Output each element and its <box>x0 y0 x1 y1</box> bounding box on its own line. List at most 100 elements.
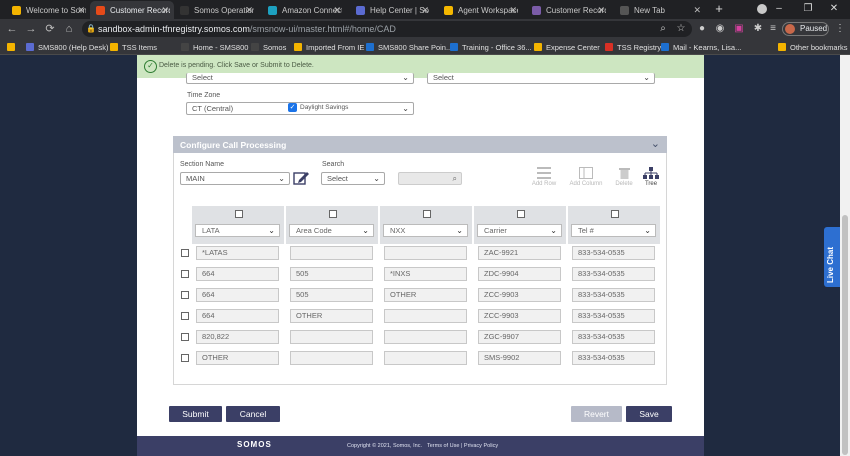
edit-icon[interactable] <box>293 170 310 186</box>
grid-cell-input[interactable]: 833-534-0535 <box>572 288 655 302</box>
search-input[interactable]: ⌕ <box>398 172 462 185</box>
browser-tab[interactable]: Customer Record ✕ <box>526 1 610 19</box>
grid-cell-input[interactable]: ZGC-9907 <box>478 330 561 344</box>
select-right[interactable]: Select ⌄ <box>427 73 655 84</box>
media-icon[interactable]: ≡ <box>767 23 779 35</box>
scrollbar-thumb[interactable] <box>842 215 848 455</box>
url-bar[interactable]: 🔒 sandbox-admin-tfnregistry.somos.com/sms… <box>82 21 692 37</box>
column-select-checkbox[interactable] <box>516 210 525 218</box>
add-row-tool[interactable]: Add Row <box>530 167 558 187</box>
section-name-select[interactable]: MAIN ⌄ <box>180 172 290 185</box>
grid-cell-input[interactable]: 833-534-0535 <box>572 246 655 260</box>
search-column-select[interactable]: Select ⌄ <box>321 172 385 185</box>
bookmark-item[interactable] <box>7 40 19 54</box>
forward-icon[interactable]: → <box>24 22 38 36</box>
grid-cell-input[interactable] <box>384 351 467 365</box>
ccp-panel-header[interactable]: Configure Call Processing ⌄ <box>173 136 667 153</box>
browser-tab[interactable]: Help Center | So ✕ <box>350 1 434 19</box>
browser-tab[interactable]: New Tab ✕ <box>614 1 706 19</box>
daylight-savings-checkbox[interactable]: ✓ <box>288 103 297 112</box>
grid-cell-input[interactable]: ZCC-9903 <box>478 309 561 323</box>
bookmark-item[interactable]: Other bookmarks <box>778 40 848 54</box>
column-type-select[interactable]: NXX ⌄ <box>383 224 468 237</box>
browser-tab[interactable]: Somos Operation ✕ <box>174 1 258 19</box>
grid-cell-input[interactable]: 505 <box>290 267 373 281</box>
row-select-checkbox[interactable] <box>181 333 189 341</box>
browser-tab[interactable]: Amazon Connect ✕ <box>262 1 346 19</box>
delete-tool[interactable]: Delete <box>612 167 636 187</box>
grid-cell-input[interactable]: ZCC-9903 <box>478 288 561 302</box>
grid-cell-input[interactable]: ZAC-9921 <box>478 246 561 260</box>
bookmark-item[interactable]: Imported From IE <box>294 40 364 54</box>
browser-tab[interactable]: Customer Record ✕ <box>90 1 174 19</box>
row-select-checkbox[interactable] <box>181 312 189 320</box>
profile-button[interactable]: Paused <box>782 22 829 36</box>
row-select-checkbox[interactable] <box>181 291 189 299</box>
cancel-button[interactable]: Cancel <box>226 406 280 422</box>
row-select-checkbox[interactable] <box>181 249 189 257</box>
grid-cell-input[interactable] <box>384 246 467 260</box>
column-select-checkbox[interactable] <box>328 210 337 218</box>
puzzle-icon[interactable]: ✱ <box>752 23 764 35</box>
back-icon[interactable]: ← <box>5 22 19 36</box>
column-select-checkbox[interactable] <box>610 210 619 218</box>
bookmark-item[interactable]: Somos <box>251 40 286 54</box>
column-type-select[interactable]: LATA ⌄ <box>195 224 280 237</box>
tab-close-icon[interactable]: ✕ <box>421 5 429 16</box>
extension-square-icon[interactable]: ▣ <box>733 23 745 35</box>
extension-circle-icon[interactable]: ● <box>696 23 708 35</box>
terms-link[interactable]: Terms of Use <box>427 443 459 449</box>
grid-cell-input[interactable] <box>290 246 373 260</box>
bookmark-item[interactable]: TSS Items <box>110 40 157 54</box>
browser-tab[interactable]: Agent Workspace ✕ <box>438 1 522 19</box>
chevron-down-icon[interactable]: ⌄ <box>651 137 660 150</box>
home-icon[interactable]: ⌂ <box>62 22 76 36</box>
star-icon[interactable]: ☆ <box>675 23 687 35</box>
grid-cell-input[interactable]: SMS-9902 <box>478 351 561 365</box>
tab-close-icon[interactable]: ✕ <box>161 5 169 16</box>
add-column-tool[interactable]: Add Column <box>566 167 606 187</box>
grid-cell-input[interactable]: 664 <box>196 267 279 281</box>
bookmark-item[interactable]: Training - Office 36... <box>450 40 532 54</box>
bookmark-item[interactable]: Mail - Kearns, Lisa... <box>661 40 741 54</box>
reload-icon[interactable]: ⟳ <box>43 22 57 36</box>
bookmark-item[interactable]: Expense Center <box>534 40 600 54</box>
column-type-select[interactable]: Tel # ⌄ <box>571 224 656 237</box>
grid-cell-input[interactable] <box>384 330 467 344</box>
column-type-select[interactable]: Area Code ⌄ <box>289 224 374 237</box>
revert-button[interactable]: Revert <box>571 406 622 422</box>
maximize-button[interactable]: ❐ <box>797 1 819 17</box>
tab-close-icon[interactable]: ✕ <box>333 5 341 16</box>
minimize-button[interactable]: – <box>768 1 790 17</box>
bookmark-item[interactable]: Home - SMS800 <box>181 40 248 54</box>
bookmark-item[interactable]: SMS800 (Help Desk) <box>26 40 108 54</box>
close-window-button[interactable]: ✕ <box>823 1 845 17</box>
extension-ring-icon[interactable]: ◉ <box>714 23 726 35</box>
grid-cell-input[interactable]: 833-534-0535 <box>572 309 655 323</box>
grid-cell-input[interactable]: 833-534-0535 <box>572 330 655 344</box>
bookmark-item[interactable]: TSS Registry <box>605 40 661 54</box>
tab-close-icon[interactable]: ✕ <box>245 5 253 16</box>
grid-cell-input[interactable]: 664 <box>196 288 279 302</box>
new-tab-button[interactable]: + <box>712 2 726 16</box>
tab-close-icon[interactable]: ✕ <box>597 5 605 16</box>
submit-button[interactable]: Submit <box>169 406 222 422</box>
extension-icon[interactable] <box>757 4 767 14</box>
scrollbar[interactable] <box>840 55 850 456</box>
row-select-checkbox[interactable] <box>181 270 189 278</box>
browser-tab[interactable]: Welcome to Som ✕ <box>6 1 90 19</box>
select-left[interactable]: Select ⌄ <box>186 73 414 84</box>
grid-cell-input[interactable]: OTHER <box>290 309 373 323</box>
row-select-checkbox[interactable] <box>181 354 189 362</box>
grid-cell-input[interactable]: 820,822 <box>196 330 279 344</box>
tab-close-icon[interactable]: ✕ <box>509 5 517 16</box>
column-type-select[interactable]: Carrier ⌄ <box>477 224 562 237</box>
grid-cell-input[interactable]: *LATAS <box>196 246 279 260</box>
column-select-checkbox[interactable] <box>234 210 243 218</box>
bookmark-item[interactable]: SMS800 Share Poin... <box>366 40 452 54</box>
grid-cell-input[interactable]: OTHER <box>196 351 279 365</box>
grid-cell-input[interactable]: 833-534-0535 <box>572 351 655 365</box>
tab-close-icon[interactable]: ✕ <box>77 5 85 16</box>
search-icon[interactable]: ⌕ <box>657 23 669 35</box>
grid-cell-input[interactable]: 505 <box>290 288 373 302</box>
